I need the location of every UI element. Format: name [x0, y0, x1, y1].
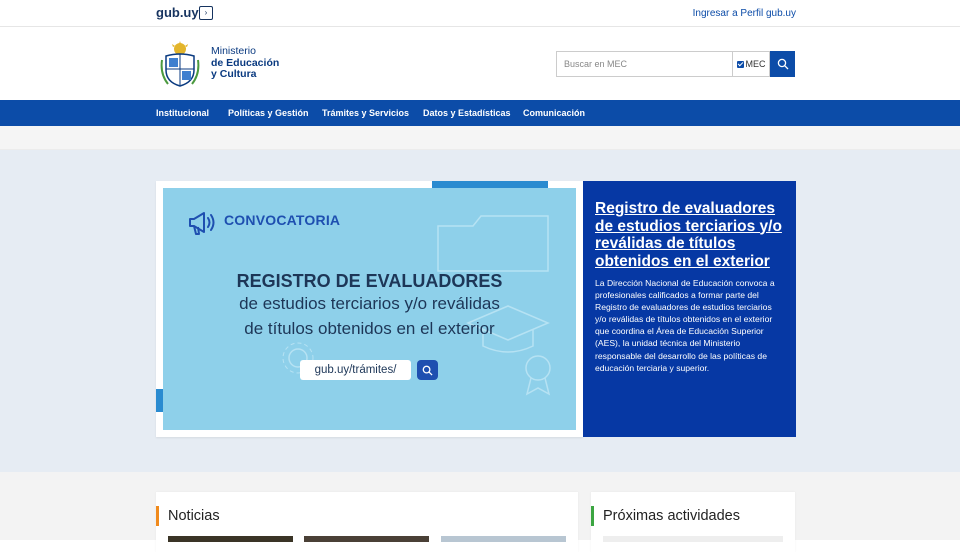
hero-tab-decoration-left	[156, 389, 163, 412]
site-header: Ministerio de Educación y Cultura MEC	[0, 27, 960, 100]
search-input[interactable]	[556, 51, 732, 77]
news-section-title: Noticias	[156, 506, 220, 526]
nav-item-politicas[interactable]: Políticas y Gestión	[228, 108, 309, 118]
megaphone-icon	[189, 212, 215, 235]
nav-item-comunicacion[interactable]: Comunicación	[523, 108, 585, 118]
ministry-line-3: y Cultura	[211, 68, 257, 80]
search-icon	[777, 58, 788, 70]
image-url-box: gub.uy/trámites/	[300, 360, 411, 380]
perfil-login-link[interactable]: Ingresar a Perfil gub.uy	[693, 8, 796, 19]
nav-item-tramites[interactable]: Trámites y Servicios	[322, 108, 409, 118]
news-card: Noticias	[156, 492, 578, 552]
search-scope-label: MEC	[745, 59, 766, 69]
activity-item[interactable]	[603, 536, 783, 542]
news-thumbnail[interactable]	[441, 536, 566, 542]
search-scope-checkbox[interactable]: MEC	[732, 51, 770, 77]
image-search-badge	[417, 360, 438, 380]
checkbox-checked-icon	[736, 60, 744, 68]
nav-item-datos[interactable]: Datos y Estadísticas	[423, 108, 511, 118]
image-tag-convocatoria: CONVOCATORIA	[224, 212, 341, 228]
news-thumbnail[interactable]	[304, 536, 429, 542]
search-box: MEC	[556, 51, 795, 77]
gub-uy-logo[interactable]: gub.uy	[156, 5, 199, 20]
hero-text-panel: Registro de evaluadores de estudios terc…	[583, 181, 796, 437]
ministry-name[interactable]: Ministerio de Educación y Cultura	[211, 45, 279, 81]
activities-section-title: Próximas actividades	[591, 506, 740, 526]
search-button[interactable]	[770, 51, 795, 77]
hero-description: La Dirección Nacional de Educación convo…	[595, 278, 775, 373]
hero-heading-link[interactable]: Registro de evaluadores de estudios terc…	[595, 200, 784, 270]
folder-outline-icon	[437, 215, 549, 272]
sub-band	[0, 126, 960, 150]
image-subtitle-line-1: de estudios terciarios y/o reválidas	[239, 294, 500, 313]
coat-of-arms-icon[interactable]	[160, 40, 200, 88]
chevron-right-icon[interactable]: ›	[199, 6, 213, 20]
activities-card: Próximas actividades	[591, 492, 795, 552]
hero-image-card[interactable]: CONVOCATORIA REGISTRO DE EVALUADORES de …	[156, 181, 583, 437]
nav-item-institucional[interactable]: Institucional	[156, 108, 209, 118]
hero-banner-image: CONVOCATORIA REGISTRO DE EVALUADORES de …	[163, 188, 576, 430]
main-nav: Institucional Políticas y Gestión Trámit…	[0, 100, 960, 126]
news-thumbnail[interactable]	[168, 536, 293, 542]
search-icon	[422, 365, 433, 376]
hero-tab-decoration	[432, 181, 548, 188]
ministry-line-1: Ministerio	[211, 45, 256, 57]
image-title: REGISTRO DE EVALUADORES	[236, 271, 503, 291]
top-bar: gub.uy › Ingresar a Perfil gub.uy	[0, 0, 960, 27]
image-subtitle-line-2: de títulos obtenidos en el exterior	[244, 319, 495, 338]
medal-outline-icon	[525, 355, 551, 396]
